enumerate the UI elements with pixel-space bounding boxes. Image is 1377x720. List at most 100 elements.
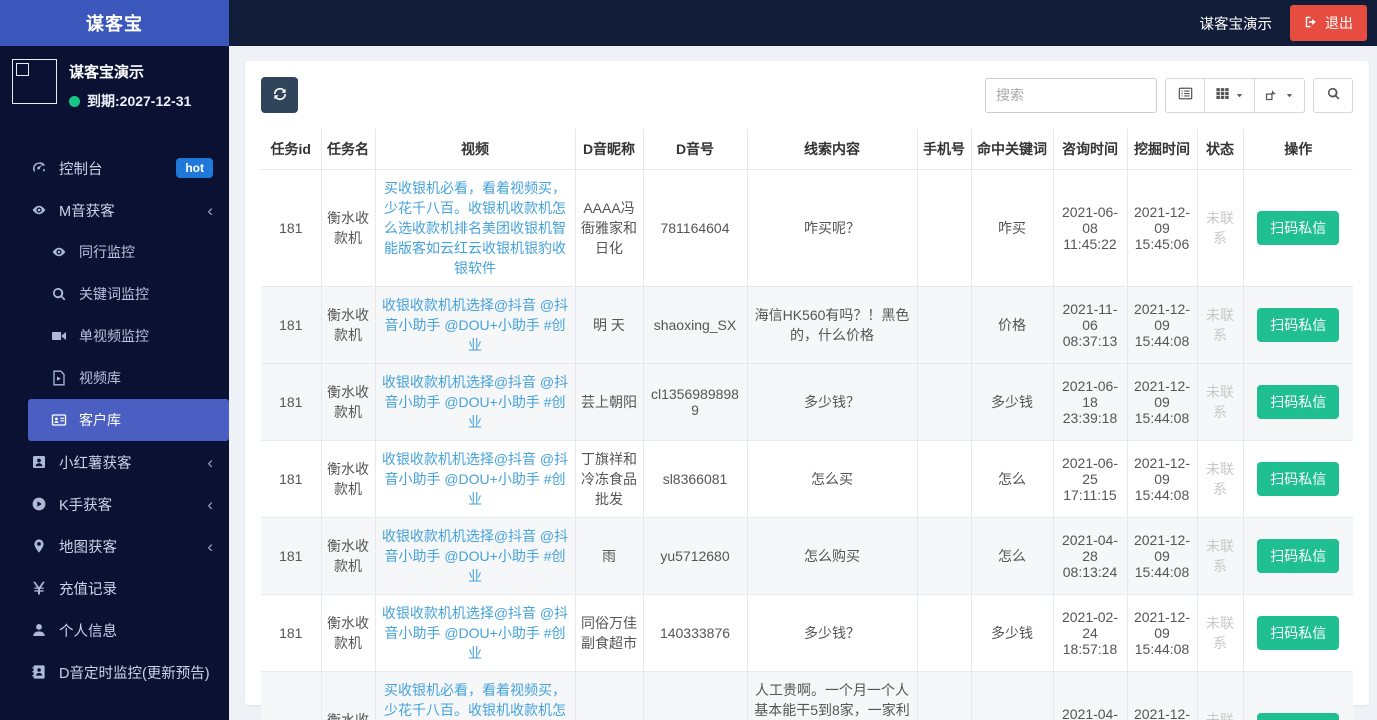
cell-task_name: 衡水收款机	[320, 670, 376, 720]
sidebar-item-label: 地图获客	[59, 539, 117, 556]
video-link[interactable]: 买收银机必看，看着视频买，少花千八百。收银机收款机怎么选收款机排名美团收银机智能…	[384, 180, 566, 276]
cell-keyword: 怎么	[970, 439, 1054, 518]
sidebar-item-personal-info[interactable]: 个人信息	[0, 609, 229, 651]
broken-image-icon	[16, 63, 29, 76]
col-header-keyword: 命中关键词	[970, 129, 1054, 170]
cell-status: 未联系	[1196, 168, 1244, 287]
cell-phone	[916, 362, 972, 441]
sidebar: 谋客宝 谋客宝演示 到期:2027-12-31 控制台 hot M音获客 ‹ 同行监控关…	[0, 0, 229, 720]
cell-dy_id: 1451185631	[642, 670, 748, 720]
col-header-consult_time: 咨询时间	[1052, 129, 1128, 170]
cell-task_name: 衡水收款机	[320, 168, 376, 287]
video-link[interactable]: 收银收款机机选择@抖音 @抖音小助手 @DOU+小助手 #创业	[382, 605, 568, 661]
cell-task_name: 衡水收款机	[320, 285, 376, 364]
cell-task_name: 衡水收款机	[320, 593, 376, 672]
video-link[interactable]: 收银收款机机选择@抖音 @抖音小助手 @DOU+小助手 #创业	[382, 528, 568, 584]
cell-mine_time: 2021-12-09 15:44:08	[1126, 439, 1198, 518]
col-header-task_id: 任务id	[261, 129, 322, 170]
expiry-date: 到期:2027-12-31	[87, 93, 192, 109]
cell-phone	[916, 168, 972, 287]
status-badge: 未联系	[1206, 306, 1234, 343]
search-button[interactable]	[1313, 77, 1353, 113]
video-link[interactable]: 收银收款机机选择@抖音 @抖音小助手 @DOU+小助手 #创业	[382, 374, 568, 430]
refresh-button[interactable]	[261, 77, 298, 113]
sidebar-menu: 控制台 hot M音获客 ‹ 同行监控 关键词监控 单视频监控 视频库 客户库 小红薯获客 ‹ K手获…	[0, 147, 229, 720]
content-area: 任务id任务名视频D音昵称D音号线索内容手机号命中关键词咨询时间挖掘时间状态操作…	[229, 46, 1377, 720]
export-button[interactable]	[1255, 77, 1305, 113]
video-link[interactable]: 收银收款机机选择@抖音 @抖音小助手 @DOU+小助手 #创业	[382, 297, 568, 353]
col-header-nickname: D音昵称	[574, 129, 644, 170]
dashboard-icon	[30, 160, 47, 177]
cell-task_id: 181	[261, 285, 322, 364]
col-header-task_name: 任务名	[320, 129, 376, 170]
sidebar-item-d-yin-timer[interactable]: D音定时监控(更新预告)	[0, 651, 229, 693]
cell-keyword: 怎么	[970, 670, 1054, 720]
sidebar-item-xiaohongshu[interactable]: 小红薯获客 ‹	[0, 441, 229, 483]
sidebar-item-label: K手获客	[59, 497, 113, 514]
sidebar-item-map[interactable]: 地图获客 ‹	[0, 525, 229, 567]
scan-dm-button[interactable]: 扫码私信	[1257, 210, 1340, 245]
sidebar-item-m-yin[interactable]: M音获客 ‹	[0, 189, 229, 231]
cell-action: 扫码私信	[1242, 593, 1353, 672]
eye-icon	[50, 244, 67, 261]
scan-dm-button[interactable]: 扫码私信	[1257, 461, 1340, 496]
sidebar-item-video-library[interactable]: 视频库	[0, 357, 229, 399]
cell-nickname: 芸上朝阳	[574, 362, 644, 441]
cell-status: 未联系	[1196, 593, 1244, 672]
cell-action: 扫码私信	[1242, 285, 1353, 364]
sidebar-item-label: 关键词监控	[79, 286, 149, 302]
status-dot-icon	[69, 95, 80, 107]
scan-dm-button[interactable]: 扫码私信	[1257, 384, 1340, 419]
grid-icon	[1215, 86, 1230, 104]
cell-video: 收银收款机机选择@抖音 @抖音小助手 @DOU+小助手 #创业	[374, 362, 576, 441]
scan-dm-button[interactable]: 扫码私信	[1257, 307, 1340, 342]
cell-mine_time: 2021-12-09 15:44:07	[1126, 670, 1198, 720]
table-row: 181衡水收款机买收银机必看，看着视频买，少花千八百。收银机收款机怎么选收款机排…	[261, 670, 1353, 720]
search-input[interactable]	[985, 77, 1157, 113]
cell-task_id: 181	[261, 516, 322, 595]
scan-dm-button[interactable]: 扫码私信	[1257, 615, 1340, 650]
col-header-dy_id: D音号	[642, 129, 748, 170]
scan-dm-button[interactable]: 扫码私信	[1257, 712, 1340, 720]
cell-mine_time: 2021-12-09 15:45:06	[1126, 168, 1198, 287]
sidebar-item-label: 同行监控	[79, 244, 135, 260]
video-link[interactable]: 收银收款机机选择@抖音 @抖音小助手 @DOU+小助手 #创业	[382, 451, 568, 507]
sidebar-item-peer-monitor[interactable]: 同行监控	[0, 231, 229, 273]
video-icon	[50, 328, 67, 345]
sidebar-item-label: 小红薯获客	[59, 455, 132, 472]
cell-task_id: 181	[261, 670, 322, 720]
chevron-left-icon: ‹	[207, 452, 213, 472]
cell-video: 收银收款机机选择@抖音 @抖音小助手 @DOU+小助手 #创业	[374, 516, 576, 595]
scan-dm-button[interactable]: 扫码私信	[1257, 538, 1340, 573]
toolbar-button-group	[1165, 77, 1305, 113]
cell-task_name: 衡水收款机	[320, 439, 376, 518]
columns-button[interactable]	[1205, 77, 1255, 113]
sidebar-item-keyword-monitor[interactable]: 关键词监控	[0, 273, 229, 315]
cell-action: 扫码私信	[1242, 670, 1353, 720]
sidebar-item-single-video-monitor[interactable]: 单视频监控	[0, 315, 229, 357]
toggle-view-button[interactable]	[1165, 77, 1205, 113]
sidebar-item-customer-library[interactable]: 客户库	[28, 399, 229, 441]
cell-video: 收银收款机机选择@抖音 @抖音小助手 @DOU+小助手 #创业	[374, 593, 576, 672]
cell-video: 买收银机必看，看着视频买，少花千八百。收银机收款机怎么选收款机排名美团收银机智能…	[374, 168, 576, 287]
sidebar-item-console[interactable]: 控制台 hot	[0, 147, 229, 189]
caret-down-icon	[1235, 88, 1244, 103]
logout-label: 退出	[1325, 15, 1353, 31]
cell-phone	[916, 670, 972, 720]
cell-video: 收银收款机机选择@抖音 @抖音小助手 @DOU+小助手 #创业	[374, 285, 576, 364]
cell-video: 收银收款机机选择@抖音 @抖音小助手 @DOU+小助手 #创业	[374, 439, 576, 518]
sidebar-item-k-shou[interactable]: K手获客 ‹	[0, 483, 229, 525]
sidebar-item-label: 个人信息	[59, 623, 117, 640]
logout-button[interactable]: 退出	[1290, 5, 1367, 41]
table-row: 181衡水收款机买收银机必看，看着视频买，少花千八百。收银机收款机怎么选收款机排…	[261, 168, 1353, 287]
logout-icon	[1304, 15, 1318, 32]
cell-task_id: 181	[261, 168, 322, 287]
cell-phone	[916, 439, 972, 518]
cell-task_id: 181	[261, 439, 322, 518]
cell-phone	[916, 285, 972, 364]
video-link[interactable]: 买收银机必看，看着视频买，少花千八百。收银机收款机怎么选收款机排名美团收银机智能…	[384, 682, 566, 720]
cell-keyword: 多少钱	[970, 593, 1054, 672]
submenu-m-yin: 同行监控关键词监控单视频监控 视频库 客户库	[0, 231, 229, 441]
export-icon	[1265, 86, 1280, 104]
sidebar-item-recharge[interactable]: 充值记录	[0, 567, 229, 609]
